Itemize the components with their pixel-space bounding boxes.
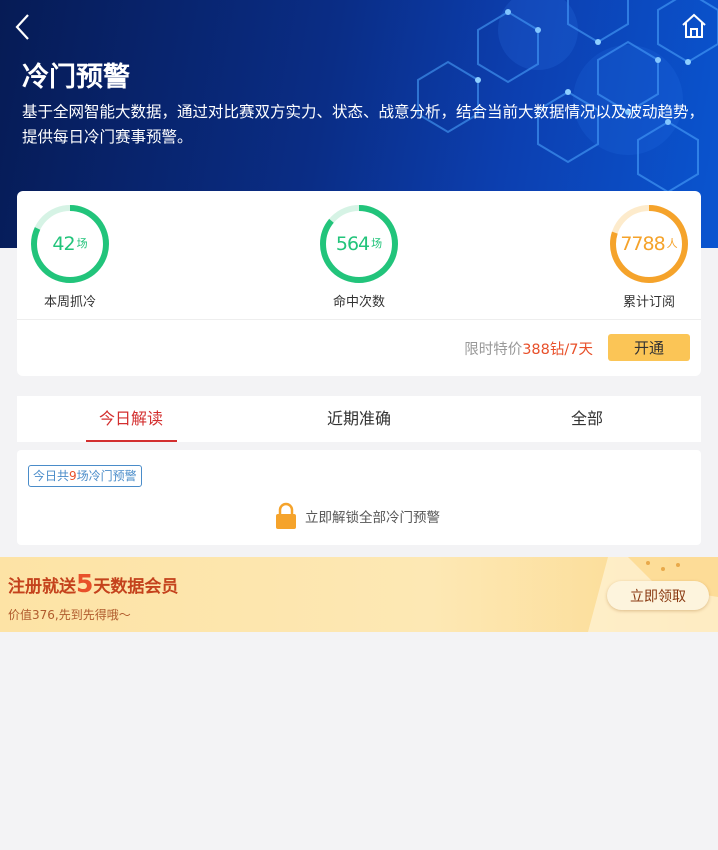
promo-price-text: 限时特价388钻/7天 xyxy=(464,338,593,359)
claim-now-button[interactable]: 立即领取 xyxy=(607,581,709,610)
promo-price: 388钻/7天 xyxy=(522,342,593,358)
badge-count: 9 xyxy=(69,469,77,483)
unlock-all-link[interactable]: 立即解锁全部冷门预警 xyxy=(275,502,440,530)
badge-prefix: 今日共 xyxy=(33,469,70,483)
banner-title-prefix: 注册就送 xyxy=(8,577,76,597)
stat-label: 本周抓冷 xyxy=(43,295,96,310)
banner-subtitle: 价值376,先到先得哦～ xyxy=(8,608,131,622)
stat-value: 564 xyxy=(335,233,370,255)
stat-unit: 人 xyxy=(666,236,678,250)
open-subscription-button[interactable]: 开通 xyxy=(608,334,690,361)
tab-today[interactable]: 今日解读 xyxy=(17,396,245,442)
today-content-card: 今日共9场冷门预警 立即解锁全部冷门预警 xyxy=(17,450,701,545)
stat-label: 命中次数 xyxy=(332,295,385,310)
stat-ring: 7788 人 xyxy=(608,203,690,285)
badge-suffix: 场冷门预警 xyxy=(76,469,137,483)
stat-ring: 42 场 xyxy=(29,203,111,285)
divider xyxy=(17,319,701,320)
tab-label: 近期准确 xyxy=(326,409,391,428)
lock-icon xyxy=(276,502,296,529)
unlock-text: 立即解锁全部冷门预警 xyxy=(305,510,440,526)
banner-title: 注册就送5天数据会员 xyxy=(8,569,178,598)
today-count-badge: 今日共9场冷门预警 xyxy=(28,465,142,487)
promo-prefix: 限时特价 xyxy=(464,342,523,358)
back-chevron-icon[interactable] xyxy=(12,12,36,42)
stat-hit-count: 564 场 命中次数 xyxy=(299,203,419,310)
tab-label: 今日解读 xyxy=(98,409,163,428)
stat-ring: 564 场 xyxy=(318,203,400,285)
banner-title-number: 5 xyxy=(76,569,94,598)
register-promo-banner[interactable]: 注册就送5天数据会员 价值376,先到先得哦～ 立即领取 xyxy=(0,557,718,632)
stat-unit: 场 xyxy=(371,236,383,250)
tab-label: 全部 xyxy=(570,409,603,428)
stat-weekly-catch: 42 场 本周抓冷 xyxy=(10,203,130,310)
page-description: 基于全网智能大数据，通过对比赛双方实力、状态、战意分析，结合当前大数据情况以及波… xyxy=(22,103,705,146)
tab-recent-accuracy[interactable]: 近期准确 xyxy=(245,396,473,442)
stat-label: 累计订阅 xyxy=(622,295,675,310)
tab-bar: 今日解读 近期准确 全部 xyxy=(17,396,701,442)
stats-card: 42 场 本周抓冷 564 场 命中次数 7788 人 累计订阅 限时特价388… xyxy=(17,191,701,376)
tab-all[interactable]: 全部 xyxy=(473,396,701,442)
home-icon[interactable] xyxy=(680,12,708,40)
stat-subscribers: 7788 人 累计订阅 xyxy=(589,203,709,310)
banner-title-suffix: 天数据会员 xyxy=(93,577,179,597)
stat-unit: 场 xyxy=(76,236,88,250)
active-tab-underline xyxy=(86,440,177,442)
stat-value: 7788 xyxy=(620,233,665,255)
stat-value: 42 xyxy=(52,233,75,255)
page-title: 冷门预警 xyxy=(22,62,130,93)
